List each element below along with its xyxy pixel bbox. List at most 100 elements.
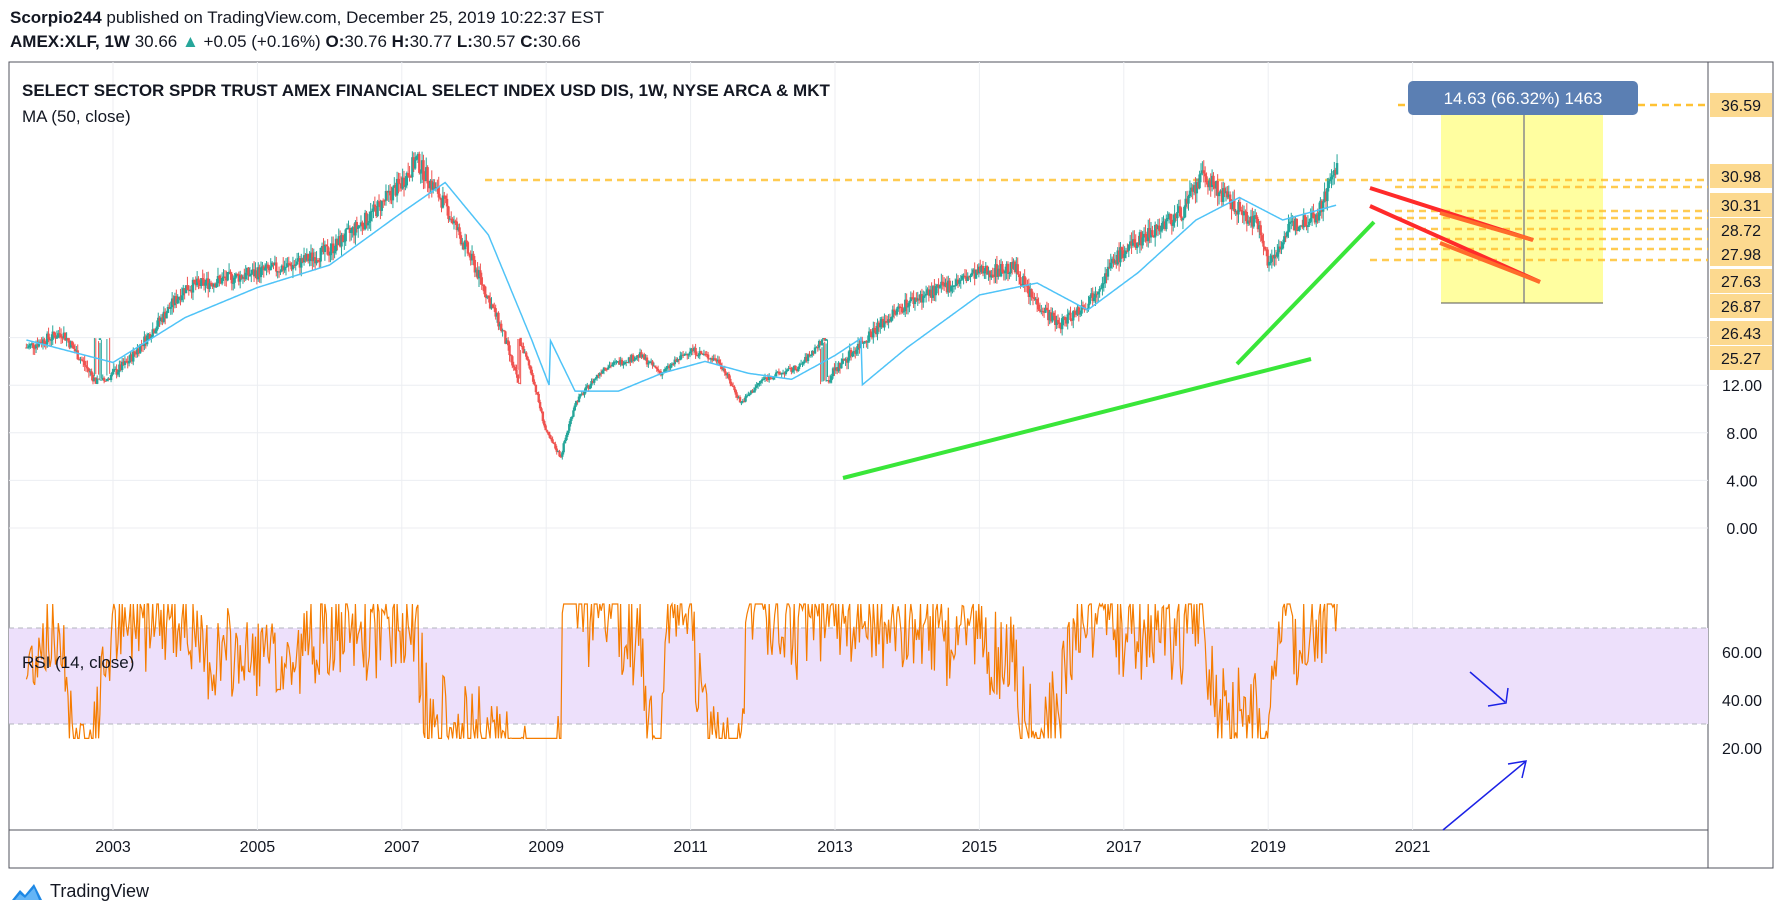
- candle-body: [802, 361, 806, 364]
- chart-canvas[interactable]: 14.63 (66.32%) 1463 2003 2005 2007 2009 2011…: [0, 0, 1783, 923]
- candle-body: [1141, 237, 1144, 246]
- candle-body: [1233, 200, 1236, 212]
- candle-body: [1238, 201, 1242, 210]
- candle-body: [419, 172, 422, 174]
- candle-body: [444, 195, 447, 199]
- candle-body: [1052, 312, 1056, 316]
- candle-body: [1309, 218, 1312, 222]
- candle-body: [259, 267, 263, 278]
- steep-trendline[interactable]: [1235, 220, 1376, 366]
- candle-body: [593, 379, 596, 383]
- candle-body: [905, 299, 908, 308]
- candle-body: [706, 354, 710, 359]
- candle-body: [847, 357, 850, 363]
- candle-body: [250, 273, 253, 276]
- candle-body: [543, 421, 546, 426]
- candle-body: [540, 408, 543, 412]
- candle-body: [1088, 296, 1092, 304]
- price-tick-label: 4.00: [1726, 473, 1757, 490]
- candle-body: [723, 368, 726, 373]
- candle-body: [561, 452, 564, 457]
- candle-body: [730, 383, 733, 386]
- candle-body: [218, 276, 221, 279]
- candle-body: [1079, 313, 1082, 315]
- candle-body: [1097, 291, 1100, 295]
- candle-body: [357, 226, 360, 229]
- candle-body: [72, 345, 75, 349]
- candle-body: [734, 390, 738, 395]
- candle-body: [480, 277, 483, 285]
- candle-body: [341, 235, 345, 243]
- time-tick-label: 2021: [1395, 839, 1431, 856]
- candle-body: [747, 394, 750, 396]
- candle-body: [229, 271, 232, 275]
- candle-body: [579, 394, 582, 397]
- candle-body: [1183, 206, 1186, 219]
- candle-body: [86, 366, 89, 369]
- candle-body: [922, 296, 925, 303]
- candle-body: [515, 369, 518, 375]
- candle-body: [533, 381, 536, 385]
- candle-body: [759, 381, 763, 383]
- candle-body: [226, 272, 229, 281]
- candle-body: [1035, 299, 1039, 305]
- candle-body: [275, 262, 278, 272]
- candle-body: [506, 340, 510, 346]
- candle-body: [563, 440, 567, 444]
- candle-body: [1181, 218, 1185, 221]
- candle-body: [1023, 276, 1026, 285]
- candle-body: [1306, 225, 1310, 227]
- candle-body: [176, 299, 179, 304]
- candle-body: [895, 308, 899, 315]
- candle-body: [361, 222, 364, 227]
- candle-body: [687, 353, 690, 356]
- candle-body: [466, 242, 470, 254]
- candle-body: [1276, 252, 1279, 257]
- candle-body: [513, 367, 517, 370]
- candle-body: [1326, 187, 1329, 202]
- candle-body: [526, 356, 529, 361]
- candle-body: [155, 326, 159, 331]
- arrow-up-shaft[interactable]: [1442, 761, 1526, 831]
- time-tick-label: 2015: [962, 839, 998, 856]
- candle-body: [679, 355, 682, 361]
- candle-body: [718, 359, 721, 364]
- candle-body: [991, 274, 994, 277]
- rsi-legend[interactable]: RSI (14, close): [22, 653, 134, 672]
- candle-body: [963, 275, 967, 278]
- candle-body: [1287, 223, 1290, 232]
- candle-body: [1063, 316, 1067, 321]
- candle-body: [247, 268, 250, 276]
- candle-body: [654, 365, 657, 368]
- candle-body: [1296, 230, 1300, 232]
- candle-body: [165, 312, 168, 319]
- ma-legend[interactable]: MA (50, close): [22, 107, 131, 126]
- candle-body: [541, 411, 545, 422]
- candle-body: [27, 345, 31, 348]
- candle-body: [1205, 176, 1208, 183]
- candle-body: [866, 341, 869, 343]
- candle-body: [744, 396, 747, 402]
- candle-body: [1102, 283, 1106, 285]
- candle-body: [529, 365, 532, 370]
- candle-body: [934, 286, 938, 296]
- candle-body: [1077, 307, 1081, 315]
- candle-body: [1169, 213, 1172, 220]
- candle-body: [733, 386, 736, 391]
- candle-body: [1295, 218, 1299, 231]
- candle-body: [87, 368, 91, 372]
- rsi-band: [9, 627, 1708, 725]
- candle-body: [758, 382, 761, 384]
- candle-body: [1252, 215, 1255, 227]
- candle-body: [1255, 215, 1258, 219]
- candle-body: [370, 210, 374, 212]
- candle-body: [413, 159, 417, 169]
- candle-body: [368, 221, 371, 223]
- footer-brand[interactable]: TradingView: [50, 881, 149, 902]
- candle-body: [509, 355, 513, 357]
- candle-body: [1123, 253, 1126, 258]
- candle-body: [47, 333, 50, 339]
- support-trendline[interactable]: [842, 357, 1312, 480]
- candle-body: [333, 251, 336, 254]
- candle-body: [59, 334, 63, 338]
